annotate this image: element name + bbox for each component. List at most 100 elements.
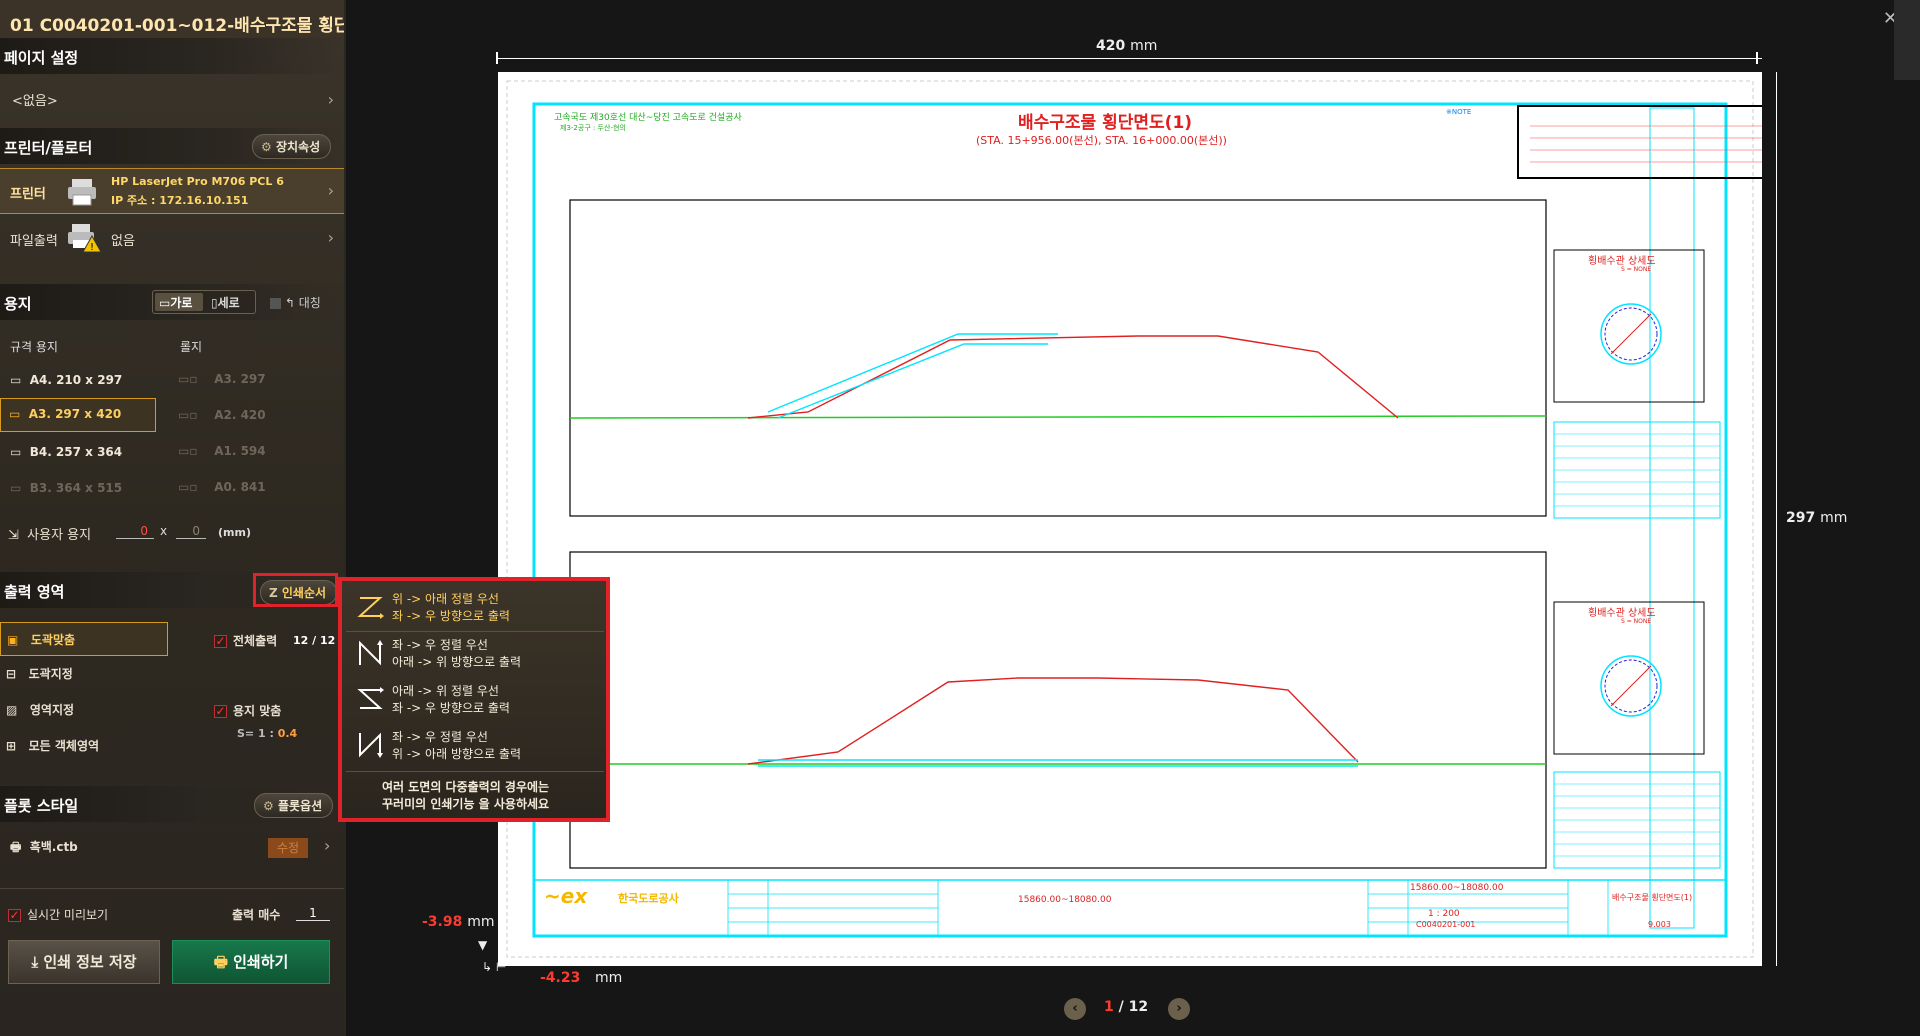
svg-text:1 : 200: 1 : 200 (1428, 909, 1460, 919)
paper-option-a4[interactable]: ▭ A4. 210 x 297 (4, 366, 156, 396)
scale-value: 0.4 (277, 727, 298, 740)
live-preview-label: 실시간 미리보기 (27, 908, 109, 922)
output-option-specify-frame[interactable]: ⊟ 도곽지정 (6, 665, 73, 682)
fit-paper-checkbox[interactable]: ✓ 용지 맞춤 (214, 702, 281, 719)
drawing-subtitle: (STA. 15+956.00(본선), STA. 16+000.00(본선)) (976, 134, 1227, 147)
standard-paper-header: 규격 용지 (10, 340, 58, 354)
custom-paper-label: 사용자 용지 (27, 528, 92, 543)
roll-option-a0[interactable]: ▭▫ A0. 841 (178, 480, 266, 494)
section-title: 플롯 스타일 (4, 797, 79, 815)
print-order-option-1[interactable]: 위 -> 아래 정렬 우선 좌 -> 우 방향으로 출력 (350, 585, 600, 629)
current-page: 1 (1104, 999, 1114, 1015)
roll-option-a2[interactable]: ▭▫ A2. 420 (178, 408, 266, 422)
option-line1: 좌 -> 우 정렬 우선 (392, 730, 488, 744)
output-option-specify-area[interactable]: ▨ 영역지정 (6, 701, 74, 718)
paper-option-a3[interactable]: ▭ A3. 297 x 420 (0, 398, 156, 432)
roll-option-label: A2. 420 (214, 408, 266, 422)
mirror-icon: ↰ (284, 296, 295, 310)
portrait-label: 세로 (217, 296, 240, 310)
offset-arrow-icon: ▼ (478, 938, 488, 952)
divider (346, 771, 604, 772)
custom-width-input[interactable]: 0 (116, 524, 154, 539)
save-print-info-label: 인쇄 정보 저장 (43, 953, 137, 971)
print-order-option-2[interactable]: 좌 -> 우 정렬 우선 아래 -> 위 방향으로 출력 (350, 631, 600, 675)
printer-small-icon: 🖶 (10, 840, 22, 854)
portrait-icon: ▯ (211, 296, 218, 310)
paper-sheet: 15860.00~18080.00 15860.00~18080.00 1 : … (498, 72, 1762, 966)
landscape-label: 가로 (170, 296, 193, 310)
svg-text:15860.00~18080.00: 15860.00~18080.00 (1410, 883, 1504, 893)
width-unit: mm (1130, 38, 1158, 54)
frame-select-icon: ⊟ (6, 667, 17, 681)
roll-paper-icon: ▭▫ (178, 372, 198, 386)
note-line2: 꾸러미의 인쇄기능 을 사용하세요 (382, 797, 550, 811)
paper-option-label: B3. 364 x 515 (29, 481, 123, 495)
file-output-select[interactable]: 파일출력 ! 없음 › (0, 218, 344, 258)
plot-style-select[interactable]: 🖶 흑백.ctb (10, 838, 78, 859)
print-order-option-4[interactable]: 좌 -> 우 정렬 우선위 -> 아래 방향으로 출력 (350, 723, 600, 767)
printer-select[interactable]: 프린터 HP LaserJet Pro M706 PCL 6 IP 주소 : 1… (0, 168, 344, 214)
paper-option-b4[interactable]: ▭ B4. 257 x 364 (4, 438, 156, 468)
page-setup-select[interactable]: <없음> › (0, 84, 344, 114)
roll-paper-header: 롤지 (180, 340, 203, 354)
printer-name: HP LaserJet Pro M706 PCL 6 (111, 175, 284, 188)
roll-option-a3[interactable]: ▭▫ A3. 297 (178, 372, 266, 386)
plot-options-label: 플롯옵션 (277, 799, 323, 813)
paper-option-b3[interactable]: ▭ B3. 364 x 515 (4, 474, 156, 504)
output-option-label: 모든 객체영역 (28, 739, 100, 753)
custom-unit-label: (mm) (218, 526, 251, 539)
checkbox-icon (270, 298, 281, 309)
offset-x-unit: mm (594, 970, 623, 986)
custom-height-input[interactable]: 0 (176, 524, 206, 539)
portrait-button[interactable]: ▯세로 (207, 293, 255, 311)
landscape-button[interactable]: ▭가로 (155, 293, 203, 311)
section-title: 출력 영역 (4, 583, 65, 601)
symmetry-checkbox[interactable]: ↰ 대칭 (270, 294, 321, 311)
print-order-popup: 위 -> 아래 정렬 우선 좌 -> 우 방향으로 출력 좌 -> 우 정렬 우선… (338, 577, 610, 822)
prev-page-button[interactable]: ‹ (1064, 998, 1086, 1020)
paper-icon: ▭ (9, 407, 21, 421)
output-option-fit-frame[interactable]: ▣ 도곽맞춤 (0, 622, 168, 656)
device-properties-button[interactable]: ⚙ 장치속성 (252, 134, 332, 159)
option-line2: 좌 -> 우 방향으로 출력 (392, 701, 510, 715)
drawing-number: C0040201-001 (1416, 920, 1476, 929)
edit-ctb-button[interactable]: 수정 (268, 838, 308, 858)
output-option-all-objects[interactable]: ⊞ 모든 객체영역 (6, 737, 99, 754)
all-objects-icon: ⊞ (6, 739, 17, 753)
print-order-note: 여러 도면의 다중출력의 경우에는 꾸러미의 인쇄기능 을 사용하세요 (382, 779, 549, 813)
width-dimension-line (498, 58, 1762, 59)
height-value: 297 (1786, 510, 1816, 526)
copies-label: 출력 매수 (232, 908, 281, 922)
next-page-button[interactable]: › (1168, 998, 1190, 1020)
reverse-z-order-icon (356, 685, 384, 713)
save-print-info-button[interactable]: ⤓ 인쇄 정보 저장 (8, 940, 160, 984)
output-option-label: 영역지정 (29, 703, 75, 717)
dimension-tick (1756, 52, 1758, 64)
option-line1: 위 -> 아래 정렬 우선 (392, 592, 499, 606)
chevron-right-icon: › (324, 836, 331, 855)
plot-options-button[interactable]: ⚙ 플롯옵션 (254, 793, 334, 818)
scale-prefix: S= 1 : (237, 727, 274, 740)
file-output-value: 없음 (111, 234, 135, 249)
checkmark-icon: ✓ (214, 634, 227, 648)
note-title: ※NOTE (1446, 108, 1472, 116)
detail-scale: S = NONE (1621, 618, 1652, 625)
scale-row: S= 1 : 0.4 (237, 727, 297, 740)
option-line2: 위 -> 아래 방향으로 출력 (392, 747, 522, 761)
option-line2: 아래 -> 위 방향으로 출력 (392, 655, 522, 669)
roll-option-a1[interactable]: ▭▫ A1. 594 (178, 444, 266, 458)
print-button[interactable]: 🖶 인쇄하기 (172, 940, 330, 984)
document-title: 01 C0040201-001~012-배수구조물 횡단면... (0, 0, 344, 42)
print-label: 인쇄하기 (233, 953, 289, 971)
drawing-header: 고속국도 제30호선 대산~당진 고속도로 건설공사 (554, 113, 742, 123)
print-order-option-3[interactable]: 아래 -> 위 정렬 우선 좌 -> 우 방향으로 출력 (350, 677, 600, 721)
all-output-checkbox[interactable]: ✓ 전체출력 (214, 632, 277, 649)
live-preview-checkbox[interactable]: ✓ 실시간 미리보기 (8, 906, 108, 923)
section-page-setup: 페이지 설정 (0, 38, 344, 74)
sheet-number: 9.003 (1648, 920, 1671, 929)
paper-option-label: A4. 210 x 297 (29, 373, 123, 387)
width-value: 420 (1096, 38, 1126, 54)
page-setup-value: <없음> (12, 94, 58, 109)
copies-input[interactable]: 1 (296, 906, 330, 921)
scrollbar[interactable] (1894, 0, 1920, 80)
